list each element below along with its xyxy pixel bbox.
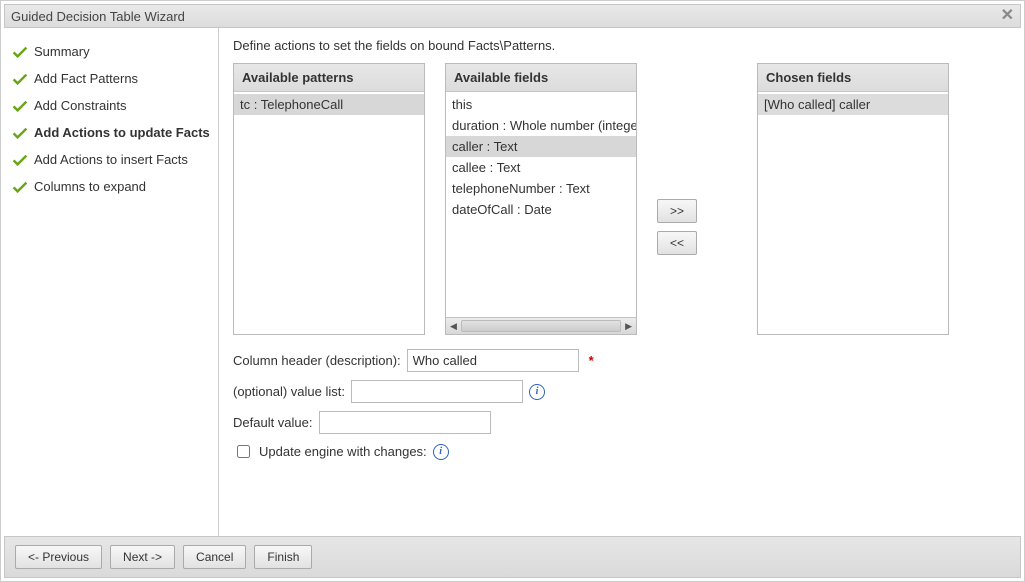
add-field-button[interactable]: >> [657,199,697,223]
list-item[interactable]: caller : Text [446,136,636,157]
sidebar-item-label: Add Constraints [34,98,127,113]
spacer [717,63,737,335]
available-patterns-list: Available patterns tc : TelephoneCall [233,63,425,335]
list-item[interactable]: this [446,94,636,115]
sidebar-item-insert-facts[interactable]: Add Actions to insert Facts [10,146,212,173]
sidebar-item-columns-expand[interactable]: Columns to expand [10,173,212,200]
available-fields-list: Available fields this duration : Whole n… [445,63,637,335]
list-item[interactable]: dateOfCall : Date [446,199,636,220]
check-icon [12,100,28,112]
list-item[interactable]: duration : Whole number (integer) [446,115,636,136]
remove-field-button[interactable]: << [657,231,697,255]
column-header-input[interactable] [407,349,579,372]
title-bar: Guided Decision Table Wizard ✕ [4,4,1021,28]
default-value-label: Default value: [233,415,313,430]
scroll-left-icon[interactable]: ◀ [448,321,459,332]
finish-button[interactable]: Finish [254,545,312,569]
sidebar-item-label: Add Actions to update Facts [34,125,210,140]
sidebar-item-fact-patterns[interactable]: Add Fact Patterns [10,65,212,92]
sidebar-item-constraints[interactable]: Add Constraints [10,92,212,119]
close-icon[interactable]: ✕ [1001,8,1014,24]
next-button[interactable]: Next -> [110,545,175,569]
column-header-label: Column header (description): [233,353,401,368]
check-icon [12,127,28,139]
default-value-input[interactable] [319,411,491,434]
scroll-right-icon[interactable]: ▶ [623,321,634,332]
wizard-footer: <- Previous Next -> Cancel Finish [4,536,1021,578]
sidebar-item-label: Columns to expand [34,179,146,194]
available-fields-header: Available fields [446,64,636,92]
cancel-button[interactable]: Cancel [183,545,246,569]
required-marker: * [589,353,594,368]
row-column-header: Column header (description): * [233,349,1007,372]
update-engine-checkbox[interactable] [237,445,250,458]
row-value-list: (optional) value list: i [233,380,1007,403]
info-icon[interactable]: i [433,444,449,460]
info-icon[interactable]: i [529,384,545,400]
list-item[interactable]: telephoneNumber : Text [446,178,636,199]
update-engine-label: Update engine with changes: [259,444,427,459]
available-patterns-header: Available patterns [234,64,424,92]
sidebar-item-label: Add Fact Patterns [34,71,138,86]
chosen-fields-header: Chosen fields [758,64,948,92]
value-list-label: (optional) value list: [233,384,345,399]
move-buttons: >> << [657,143,697,255]
sidebar-item-summary[interactable]: Summary [10,38,212,65]
row-default-value: Default value: [233,411,1007,434]
available-patterns-body: tc : TelephoneCall [234,92,424,334]
list-item[interactable]: [Who called] caller [758,94,948,115]
check-icon [12,181,28,193]
previous-button[interactable]: <- Previous [15,545,102,569]
page-description: Define actions to set the fields on boun… [233,38,1007,53]
check-icon [12,46,28,58]
sidebar-item-label: Add Actions to insert Facts [34,152,188,167]
check-icon [12,73,28,85]
scroll-thumb[interactable] [461,320,621,332]
sidebar-item-label: Summary [34,44,90,59]
body: Summary Add Fact Patterns Add Constraint… [4,28,1021,536]
list-item[interactable]: tc : TelephoneCall [234,94,424,115]
chosen-fields-list: Chosen fields [Who called] caller [757,63,949,335]
title-text: Guided Decision Table Wizard [11,9,185,24]
wizard-sidebar: Summary Add Fact Patterns Add Constraint… [4,28,219,536]
chosen-fields-body: [Who called] caller [758,92,948,334]
columns-area: Available patterns tc : TelephoneCall Av… [233,63,1007,335]
row-update-engine: Update engine with changes: i [233,442,1007,461]
available-fields-body: this duration : Whole number (integer) c… [446,92,636,317]
check-icon [12,154,28,166]
main-panel: Define actions to set the fields on boun… [219,28,1021,536]
value-list-input[interactable] [351,380,523,403]
horizontal-scrollbar[interactable]: ◀ ▶ [446,317,636,334]
sidebar-item-update-facts[interactable]: Add Actions to update Facts [10,119,212,146]
wizard-frame: Guided Decision Table Wizard ✕ Summary A… [0,0,1025,582]
list-item[interactable]: callee : Text [446,157,636,178]
